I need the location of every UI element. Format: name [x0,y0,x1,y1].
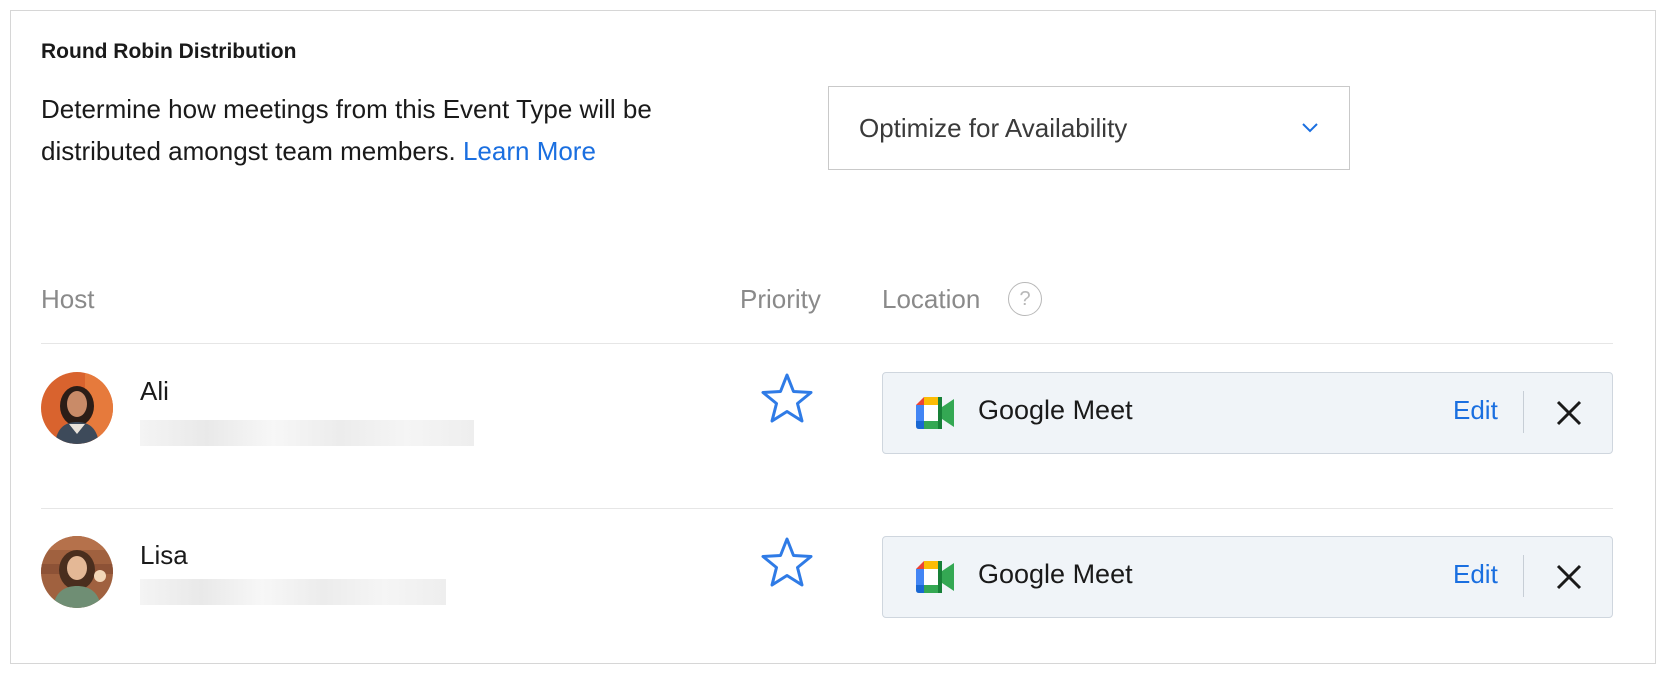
section-title: Round Robin Distribution [41,40,297,63]
edit-location-button[interactable]: Edit [1453,559,1498,590]
learn-more-link[interactable]: Learn More [463,136,596,166]
edit-location-button[interactable]: Edit [1453,395,1498,426]
column-header-location: Location [882,284,981,314]
column-header-host: Host [41,284,95,314]
host-email-redacted [140,420,474,446]
location-label: Google Meet [978,395,1133,425]
action-separator [1523,555,1524,597]
avatar-lisa [41,536,113,608]
distribution-select[interactable]: Optimize for Availability [828,86,1350,170]
close-icon[interactable] [1555,399,1583,427]
location-row-lisa: Google Meet Edit [882,536,1613,618]
avatar-photo-ali [41,372,113,444]
google-meet-icon [916,397,954,429]
location-label: Google Meet [978,559,1133,589]
location-row-ali: Google Meet Edit [882,372,1613,454]
distribution-select-value: Optimize for Availability [859,112,1128,143]
row-divider [41,508,1613,509]
section-description: Determine how meetings from this Event T… [41,88,741,172]
help-icon[interactable]: ? [1008,282,1042,316]
host-name-lisa: Lisa [140,540,188,570]
google-meet-icon [916,561,954,593]
column-header-priority: Priority [740,284,821,314]
chevron-down-icon [1302,123,1318,133]
header-divider [41,343,1613,344]
priority-star-icon[interactable] [760,536,814,590]
priority-star-icon[interactable] [760,372,814,426]
close-icon[interactable] [1555,563,1583,591]
host-name-ali: Ali [140,376,169,406]
avatar-ali [41,372,113,444]
action-separator [1523,391,1524,433]
host-email-redacted [140,579,446,605]
avatar-photo-lisa [41,536,113,608]
